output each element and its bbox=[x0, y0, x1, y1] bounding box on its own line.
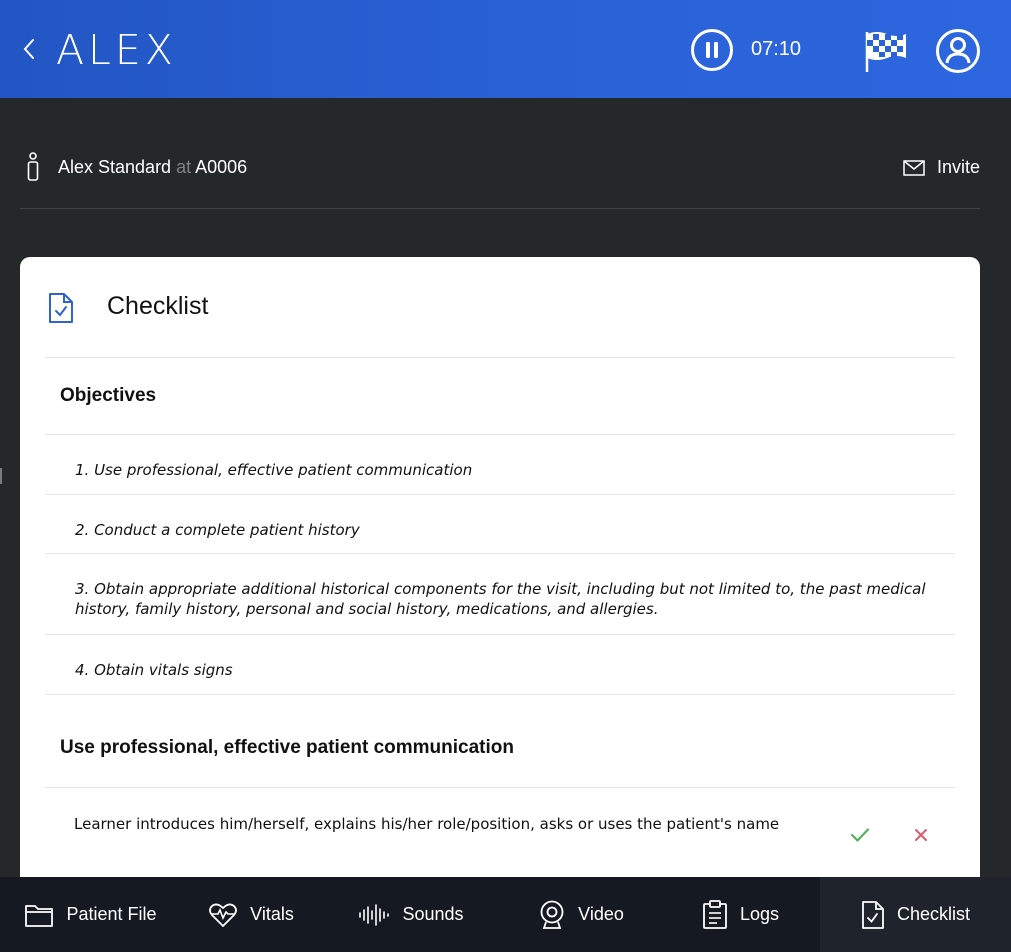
tab-checklist[interactable]: Checklist bbox=[820, 877, 1011, 952]
checklist-doc-icon bbox=[48, 292, 74, 328]
checklist-title: Checklist bbox=[107, 292, 209, 320]
check-icon bbox=[851, 828, 869, 842]
webcam-icon bbox=[540, 900, 564, 929]
back-button[interactable] bbox=[18, 36, 40, 62]
tab-sounds[interactable]: Sounds bbox=[321, 877, 501, 952]
communication-section-heading: Use professional, effective patient comm… bbox=[45, 695, 955, 788]
tab-label: Checklist bbox=[896, 904, 971, 924]
checkered-flag-icon bbox=[865, 32, 906, 72]
session-info-bar: Alex Standard at A0006 Invite bbox=[20, 140, 980, 209]
tab-label: Sounds bbox=[402, 904, 464, 924]
checklist-card: Checklist Objectives 1. Use professional… bbox=[20, 257, 980, 897]
pause-button[interactable] bbox=[690, 28, 734, 72]
objectives-heading-text: Objectives bbox=[60, 385, 157, 406]
objective-text: 4. Obtain vitals signs bbox=[75, 661, 233, 679]
brand-logo: ALEX bbox=[56, 26, 177, 74]
objective-text: 1. Use professional, effective patient c… bbox=[75, 461, 473, 479]
heart-pulse-icon bbox=[209, 903, 238, 927]
session-timer: 07:10 bbox=[751, 38, 802, 60]
objective-text: 3. Obtain appropriate additional histori… bbox=[75, 580, 926, 618]
tab-label: Vitals bbox=[250, 904, 294, 924]
session-code: A0006 bbox=[195, 157, 248, 177]
tab-label: Patient File bbox=[66, 904, 157, 924]
person-icon bbox=[26, 152, 40, 186]
pause-icon bbox=[691, 29, 733, 71]
bottom-nav: Patient File Vitals Sounds Video Logs Ch… bbox=[0, 877, 1011, 952]
invite-button[interactable]: Invite bbox=[903, 157, 980, 178]
top-bar: ALEX 07:10 bbox=[0, 0, 1011, 98]
clipboard-icon bbox=[703, 899, 727, 929]
tab-logs[interactable]: Logs bbox=[661, 877, 820, 952]
objectives-heading: Objectives bbox=[45, 358, 955, 435]
invite-label: Invite bbox=[936, 157, 980, 177]
tab-label: Logs bbox=[739, 904, 780, 924]
mark-not-done-button[interactable] bbox=[909, 823, 933, 847]
objective-item: 1. Use professional, effective patient c… bbox=[45, 435, 955, 495]
close-icon bbox=[915, 829, 927, 841]
checklist-icon bbox=[862, 900, 884, 929]
objective-text: 2. Conduct a complete patient history bbox=[75, 521, 360, 539]
patient-name: Alex Standard bbox=[58, 157, 172, 177]
panel-handle-icon[interactable] bbox=[0, 466, 2, 486]
section-heading-text: Use professional, effective patient comm… bbox=[60, 737, 514, 758]
objective-item: 4. Obtain vitals signs bbox=[45, 635, 955, 695]
mark-done-button[interactable] bbox=[848, 823, 872, 847]
checklist-header: Checklist bbox=[45, 257, 955, 358]
tab-video[interactable]: Video bbox=[501, 877, 661, 952]
chevron-left-icon bbox=[23, 39, 34, 59]
user-icon bbox=[936, 29, 980, 73]
tab-vitals[interactable]: Vitals bbox=[181, 877, 321, 952]
folder-icon bbox=[25, 904, 54, 927]
sound-wave-icon bbox=[359, 903, 390, 926]
objective-item: 3. Obtain appropriate additional histori… bbox=[45, 554, 955, 635]
finish-button[interactable] bbox=[862, 28, 908, 74]
criterion-text: Learner introduces him/herself, explains… bbox=[74, 815, 780, 833]
envelope-icon bbox=[903, 159, 925, 176]
session-label: Alex Standard at A0006 bbox=[58, 157, 247, 178]
tab-patient-file[interactable]: Patient File bbox=[0, 877, 181, 952]
tab-label: Video bbox=[578, 904, 624, 924]
objective-item: 2. Conduct a complete patient history bbox=[45, 495, 955, 554]
at-label: at bbox=[176, 157, 192, 177]
user-account-button[interactable] bbox=[935, 28, 981, 74]
